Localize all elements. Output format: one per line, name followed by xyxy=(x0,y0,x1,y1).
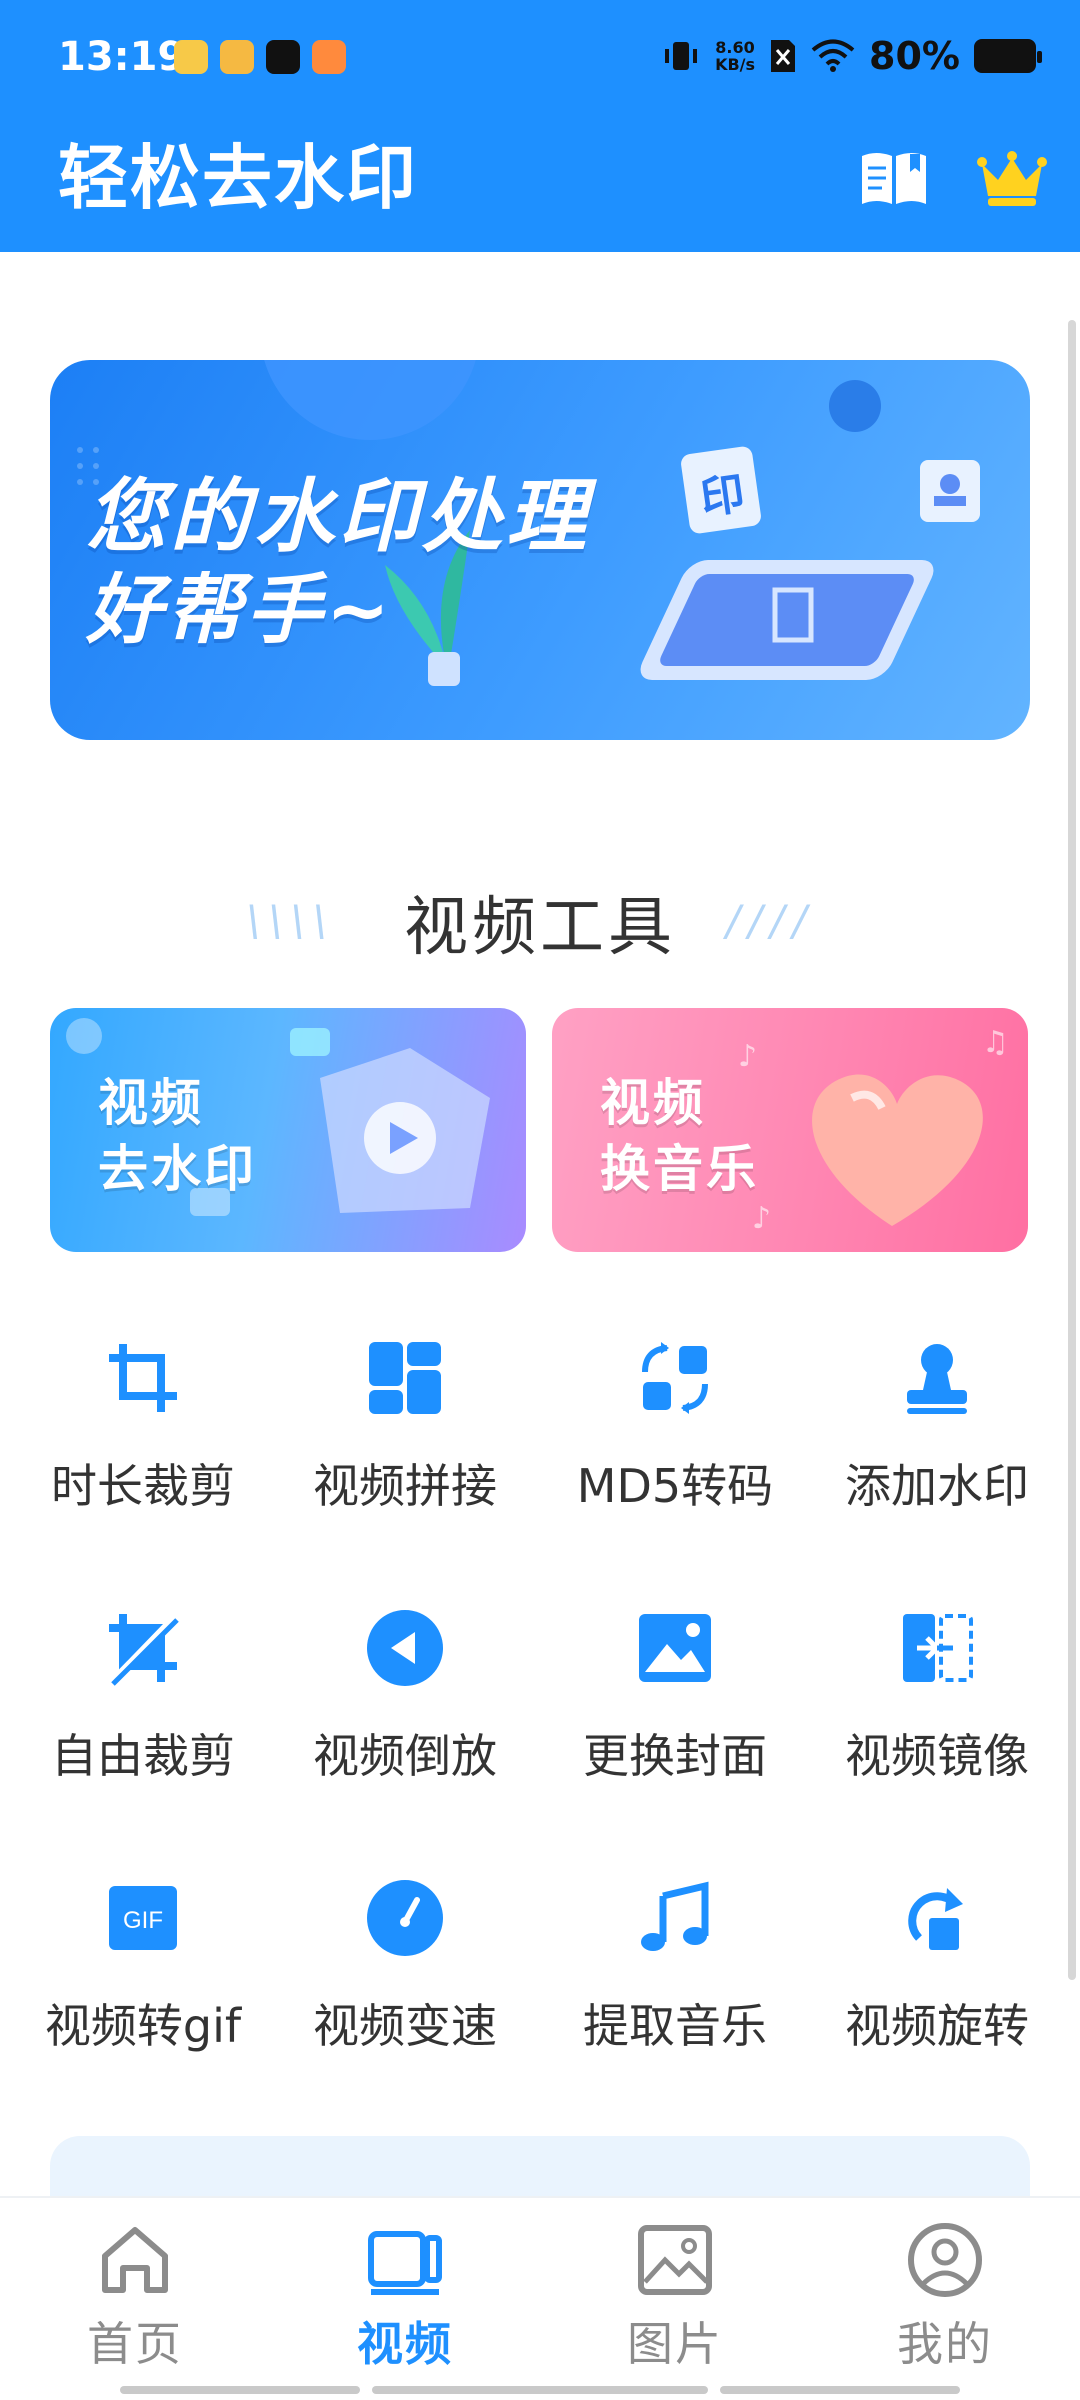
video-app-icon xyxy=(312,40,346,74)
banner-badge-text: 印 xyxy=(697,468,748,525)
user-icon xyxy=(908,2223,982,2297)
notification-icons xyxy=(174,40,346,74)
svg-text:♪: ♪ xyxy=(738,1039,757,1074)
svg-text:♫: ♫ xyxy=(982,1025,1009,1060)
tool-add-watermark[interactable]: 添加水印 xyxy=(802,1330,1072,1570)
battery-icon xyxy=(974,39,1042,73)
card-line1: 视频 xyxy=(98,1074,204,1132)
nav-label: 图片 xyxy=(627,2317,723,2371)
app-header: 13:19 8.60 KB/s 80% 轻松去水印 xyxy=(0,0,1080,252)
nav-home[interactable]: 首页 xyxy=(0,2210,270,2390)
tool-label: 视频镜像 xyxy=(845,1729,1029,1783)
free-crop-icon xyxy=(108,1613,179,1686)
remove-watermark-card-title: 视频 去水印 xyxy=(98,1070,257,1202)
tool-label: 视频变速 xyxy=(313,1999,497,2053)
tool-label: 视频拼接 xyxy=(313,1459,497,1513)
tool-label: 时长裁剪 xyxy=(51,1459,235,1513)
tiktok-icon xyxy=(266,40,300,74)
music-note-icon xyxy=(641,1881,709,1951)
layout-grid-icon xyxy=(369,1342,441,1414)
nav-label: 视频 xyxy=(357,2317,453,2371)
nav-mine[interactable]: 我的 xyxy=(810,2210,1080,2390)
battery-percent: 80% xyxy=(869,34,960,78)
banner-line2: 好帮手~ xyxy=(86,565,394,654)
tool-label: 添加水印 xyxy=(845,1459,1029,1513)
mirror-icon xyxy=(903,1614,973,1682)
section-deco-right: //// xyxy=(726,896,815,945)
card-line1: 视频 xyxy=(600,1074,706,1132)
tool-label: 自由裁剪 xyxy=(51,1729,235,1783)
gesture-bar-segment xyxy=(720,2386,960,2394)
no-sim-icon xyxy=(771,40,796,72)
notification-app-icon xyxy=(220,40,254,74)
card-line2: 去水印 xyxy=(98,1140,257,1198)
gesture-bar-segment xyxy=(120,2386,360,2394)
tool-duration-crop[interactable]: 时长裁剪 xyxy=(8,1330,278,1570)
net-speed-value: 8.60 xyxy=(715,38,755,57)
net-speed-unit: KB/s xyxy=(715,55,756,74)
home-icon xyxy=(102,2227,168,2293)
crown-icon[interactable] xyxy=(976,146,1048,210)
tool-label: 视频倒放 xyxy=(313,1729,497,1783)
crop-icon xyxy=(109,1344,177,1412)
nav-label: 我的 xyxy=(897,2317,993,2371)
status-bar: 13:19 8.60 KB/s 80% xyxy=(0,0,1080,120)
book-open-icon[interactable] xyxy=(858,146,930,210)
status-time: 13:19 xyxy=(58,34,186,80)
image-icon xyxy=(639,1614,711,1682)
gif-icon: GIF xyxy=(109,1886,177,1950)
tool-video-reverse[interactable]: 视频倒放 xyxy=(270,1600,540,1840)
tool-extract-music[interactable]: 提取音乐 xyxy=(540,1870,810,2110)
gesture-bar-segment xyxy=(372,2386,708,2394)
change-music-card[interactable]: ♪ ♫ ♪ 视频 换音乐 xyxy=(552,1008,1028,1252)
rewind-icon xyxy=(367,1610,443,1686)
section-title: 视频工具 xyxy=(404,891,676,965)
speedometer-icon xyxy=(367,1880,443,1956)
scrollbar[interactable] xyxy=(1068,320,1076,1980)
rotate-icon xyxy=(908,1888,963,1950)
tool-label: 提取音乐 xyxy=(583,1999,767,2053)
tool-label: 更换封面 xyxy=(583,1729,767,1783)
stamp-icon xyxy=(907,1344,967,1414)
tool-video-to-gif[interactable]: GIF 视频转gif xyxy=(8,1870,278,2110)
nav-video[interactable]: 视频 xyxy=(270,2210,540,2390)
wifi-icon xyxy=(811,39,855,72)
svg-text:♪: ♪ xyxy=(752,1201,771,1236)
tool-label: MD5转码 xyxy=(576,1459,774,1513)
net-speed: 8.60 KB/s xyxy=(715,39,755,73)
nav-label: 首页 xyxy=(87,2317,183,2371)
tool-md5-transcode[interactable]: MD5转码 xyxy=(540,1330,810,1570)
tool-video-mirror[interactable]: 视频镜像 xyxy=(802,1600,1072,1840)
convert-icon xyxy=(642,1342,708,1414)
remove-watermark-card[interactable]: 视频 去水印 xyxy=(50,1008,526,1252)
page-title: 轻松去水印 xyxy=(58,137,418,219)
tool-label: 视频转gif xyxy=(44,1999,242,2053)
card-line2: 换音乐 xyxy=(600,1140,759,1198)
notification-app-icon xyxy=(174,40,208,74)
tool-video-speed[interactable]: 视频变速 xyxy=(270,1870,540,2110)
tool-label: 视频旋转 xyxy=(845,1999,1029,2053)
bottom-navigation: 首页 视频 图片 我的 xyxy=(0,2196,1080,2400)
tool-change-cover[interactable]: 更换封面 xyxy=(540,1600,810,1840)
gif-icon-text: GIF xyxy=(123,1907,163,1934)
tool-free-crop[interactable]: 自由裁剪 xyxy=(8,1600,278,1840)
tool-video-concat[interactable]: 视频拼接 xyxy=(270,1330,540,1570)
change-music-card-title: 视频 换音乐 xyxy=(600,1070,759,1202)
vibrate-icon xyxy=(665,42,698,70)
picture-icon xyxy=(638,2225,712,2295)
nav-picture[interactable]: 图片 xyxy=(540,2210,810,2390)
status-right: 8.60 KB/s 80% xyxy=(661,34,1042,78)
video-icon xyxy=(368,2231,442,2295)
tool-video-rotate[interactable]: 视频旋转 xyxy=(802,1870,1072,2110)
promo-banner[interactable]: 您的水印处理 好帮手~ 印 xyxy=(50,360,1030,740)
